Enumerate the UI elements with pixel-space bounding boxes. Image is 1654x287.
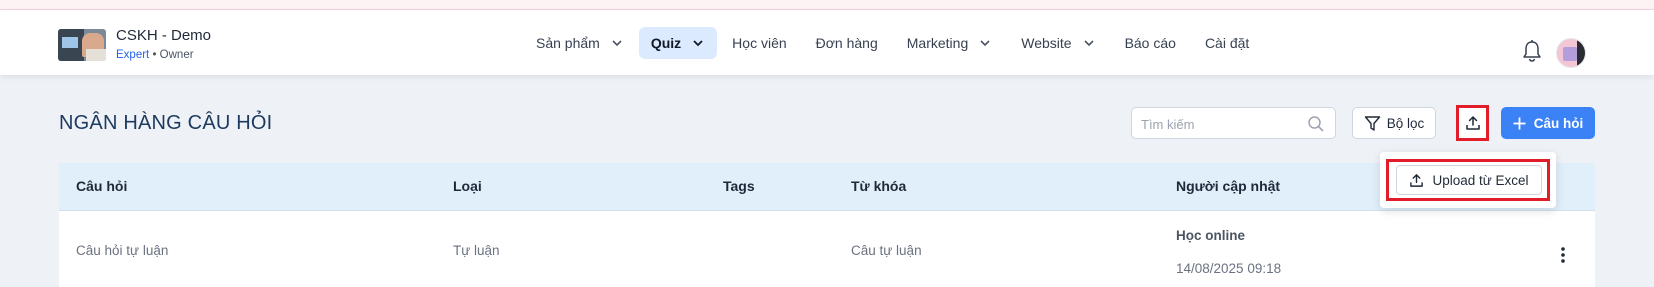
chevron-down-icon	[980, 40, 990, 47]
nav-item-cai-dat[interactable]: Cài đặt	[1191, 27, 1263, 59]
table-row[interactable]: Câu hỏi tự luận Tự luận Câu tự luận Học …	[59, 211, 1595, 287]
brand-name: CSKH - Demo	[116, 27, 212, 44]
question-table: Câu hỏi Loại Tags Từ khóa Người cập nhật…	[59, 163, 1595, 287]
nav-item-website[interactable]: Website	[1007, 27, 1109, 59]
cell-updated-at: 14/08/2025 09:18	[1176, 261, 1282, 276]
nav-item-bao-cao[interactable]: Báo cáo	[1111, 27, 1190, 59]
upload-from-excel-button[interactable]: Upload từ Excel	[1396, 165, 1542, 195]
search-box[interactable]	[1131, 107, 1336, 139]
column-header-type[interactable]: Loại	[453, 178, 482, 194]
upload-button[interactable]	[1456, 105, 1489, 141]
cell-type: Tự luận	[453, 243, 500, 258]
brand-role: Expert • Owner	[116, 49, 194, 61]
filter-button[interactable]: Bộ lọc	[1352, 107, 1436, 139]
plus-icon	[1513, 117, 1526, 129]
page-title: NGÂN HÀNG CÂU HỎI	[59, 112, 273, 134]
column-header-question[interactable]: Câu hỏi	[76, 178, 127, 194]
upload-icon	[1410, 173, 1424, 187]
column-header-updated-by[interactable]: Người cập nhật	[1176, 178, 1280, 194]
brand[interactable]: CSKH - Demo Expert • Owner	[58, 27, 211, 63]
user-avatar[interactable]	[1556, 38, 1586, 68]
nav-item-quiz[interactable]: Quiz	[638, 27, 718, 59]
main-nav: Sản phẩm Quiz Học viên Đơn hàng Marketin…	[522, 27, 1264, 59]
nav-item-san-pham[interactable]: Sản phẩm	[522, 27, 638, 59]
table-header: Câu hỏi Loại Tags Từ khóa Người cập nhật	[59, 163, 1595, 211]
chevron-down-icon	[1083, 40, 1094, 47]
nav-item-don-hang[interactable]: Đơn hàng	[802, 27, 892, 59]
nav-item-hoc-vien[interactable]: Học viên	[718, 27, 800, 59]
cell-question: Câu hỏi tự luận	[76, 243, 169, 258]
chevron-down-icon	[612, 40, 622, 47]
cell-keyword: Câu tự luận	[851, 243, 922, 258]
column-header-keyword[interactable]: Từ khóa	[851, 178, 906, 194]
cell-updated-by: Học online	[1176, 228, 1246, 243]
search-icon[interactable]	[1307, 115, 1325, 133]
column-header-tags[interactable]: Tags	[723, 178, 755, 194]
top-header: CSKH - Demo Expert • Owner Sản phẩm Quiz…	[0, 10, 1654, 75]
add-question-button[interactable]: Câu hỏi	[1501, 107, 1595, 139]
bell-icon[interactable]	[1521, 39, 1543, 63]
top-banner-strip	[0, 0, 1654, 10]
filter-icon	[1364, 115, 1380, 131]
nav-item-marketing[interactable]: Marketing	[893, 27, 1006, 59]
plan-label: Expert	[116, 49, 150, 61]
role-label: Owner	[159, 49, 194, 61]
upload-icon	[1465, 116, 1480, 130]
more-options-icon[interactable]	[1559, 246, 1567, 264]
brand-logo	[58, 29, 106, 61]
chevron-down-icon	[693, 40, 703, 47]
search-input[interactable]	[1141, 115, 1301, 133]
